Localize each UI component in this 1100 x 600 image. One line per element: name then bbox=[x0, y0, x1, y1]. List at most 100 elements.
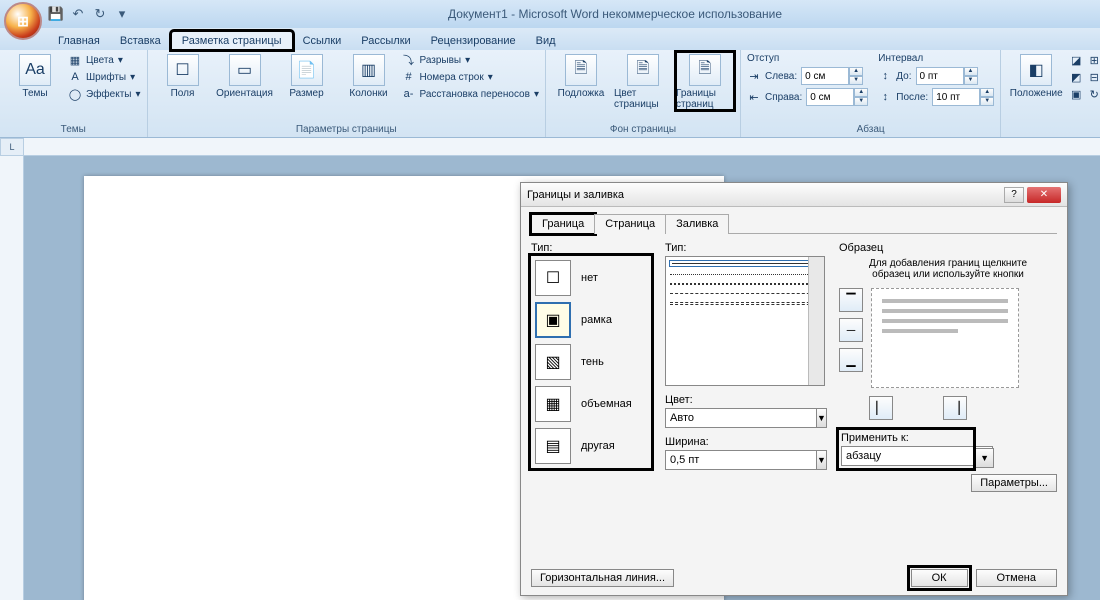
arrange-btn6[interactable]: ↻ bbox=[1087, 86, 1100, 102]
office-button[interactable]: ⊞ bbox=[4, 2, 42, 40]
dialog-tab-shading[interactable]: Заливка bbox=[665, 214, 729, 234]
undo-icon[interactable]: ↶ bbox=[70, 6, 86, 22]
theme-fonts-button[interactable]: AШрифты ▾ bbox=[68, 69, 141, 85]
tab-review[interactable]: Рецензирование bbox=[421, 32, 526, 50]
apply-to-dropdown[interactable]: ▼ bbox=[976, 448, 994, 468]
group-themes-label: Темы bbox=[6, 122, 141, 137]
group-paragraph-label: Абзац bbox=[747, 122, 994, 137]
group-page-setup: ☐Поля ▭Ориентация 📄Размер ▥Колонки ⤵Разр… bbox=[148, 50, 546, 137]
page-color-button[interactable]: 🗎Цвет страницы bbox=[614, 52, 672, 110]
border-setting-3d[interactable]: ▦объемная bbox=[535, 386, 647, 422]
border-setting-custom[interactable]: ▤другая bbox=[535, 428, 647, 464]
preview-left-button[interactable]: ▏ bbox=[869, 396, 893, 420]
arrange-btn5[interactable]: ⊟ bbox=[1087, 69, 1100, 85]
dialog-close-button[interactable]: ✕ bbox=[1027, 187, 1061, 203]
spin-up-icon[interactable]: ▲ bbox=[849, 67, 863, 76]
line-numbers-button[interactable]: #Номера строк ▾ bbox=[402, 69, 539, 85]
preview-help-text: Для добавления границ щелкните образец и… bbox=[863, 258, 1033, 280]
qat-dropdown-icon[interactable]: ▾ bbox=[114, 6, 130, 22]
indent-right-input[interactable]: ▲▼ bbox=[806, 88, 868, 106]
tab-mailings[interactable]: Рассылки bbox=[351, 32, 420, 50]
border-color-combo[interactable]: ▼ bbox=[665, 408, 825, 428]
preview-label: Образец bbox=[839, 242, 1057, 254]
indent-heading: Отступ bbox=[747, 52, 868, 65]
tab-home[interactable]: Главная bbox=[48, 32, 110, 50]
dialog-help-button[interactable]: ? bbox=[1004, 187, 1024, 203]
spin-up-icon[interactable]: ▲ bbox=[980, 88, 994, 97]
horizontal-line-button[interactable]: Горизонтальная линия... bbox=[531, 569, 674, 587]
border-setting-shadow[interactable]: ▧тень bbox=[535, 344, 647, 380]
spacing-before-label: До: bbox=[896, 71, 911, 82]
hyphenation-button[interactable]: a-Расстановка переносов ▾ bbox=[402, 86, 539, 102]
columns-button[interactable]: ▥Колонки bbox=[340, 52, 398, 99]
border-style-label: Тип: bbox=[665, 242, 825, 254]
apply-to-combo[interactable] bbox=[841, 446, 971, 466]
style-scrollbar[interactable] bbox=[808, 257, 824, 385]
cancel-button[interactable]: Отмена bbox=[976, 569, 1057, 587]
preview-sample[interactable] bbox=[871, 288, 1019, 388]
orientation-button[interactable]: ▭Ориентация bbox=[216, 52, 274, 99]
chevron-down-icon[interactable]: ▼ bbox=[817, 408, 827, 428]
border-style-list[interactable] bbox=[665, 256, 825, 386]
theme-effects-button[interactable]: ◯Эффекты ▾ bbox=[68, 86, 141, 102]
margins-button[interactable]: ☐Поля bbox=[154, 52, 212, 99]
themes-button[interactable]: Aa Темы bbox=[6, 52, 64, 99]
spacing-before-input[interactable]: ▲▼ bbox=[916, 67, 978, 85]
dialog-tab-page[interactable]: Страница bbox=[594, 214, 666, 234]
border-setting-box[interactable]: ▣рамка bbox=[535, 302, 647, 338]
tab-insert[interactable]: Вставка bbox=[110, 32, 171, 50]
group-arrange: ◧Положение ◪ ◩ ▣ ⊞ ⊟ ↻ bbox=[1001, 50, 1100, 137]
spin-down-icon[interactable]: ▼ bbox=[980, 97, 994, 106]
three-d-icon: ▦ bbox=[535, 386, 571, 422]
preview-right-button[interactable]: ▕ bbox=[943, 396, 967, 420]
margins-icon: ☐ bbox=[167, 54, 199, 86]
vertical-ruler[interactable] bbox=[0, 156, 24, 600]
line-numbers-icon: # bbox=[402, 70, 416, 84]
options-button[interactable]: Параметры... bbox=[971, 474, 1057, 492]
watermark-button[interactable]: 🗎Подложка bbox=[552, 52, 610, 99]
preview-top-button[interactable]: ▔ bbox=[839, 288, 863, 312]
size-icon: 📄 bbox=[291, 54, 323, 86]
position-button[interactable]: ◧Положение bbox=[1007, 52, 1065, 99]
redo-icon[interactable]: ↻ bbox=[92, 6, 108, 22]
size-button[interactable]: 📄Размер bbox=[278, 52, 336, 99]
tab-page-layout[interactable]: Разметка страницы bbox=[171, 31, 293, 50]
horizontal-ruler[interactable] bbox=[24, 138, 1100, 156]
spacing-after-label: После: bbox=[896, 92, 928, 103]
chevron-down-icon[interactable]: ▼ bbox=[817, 450, 827, 470]
breaks-button[interactable]: ⤵Разрывы ▾ bbox=[402, 52, 539, 68]
spacing-after-input[interactable]: ▲▼ bbox=[932, 88, 994, 106]
spin-up-icon[interactable]: ▲ bbox=[964, 67, 978, 76]
arrange-btn2[interactable]: ◩ bbox=[1069, 69, 1083, 85]
tab-view[interactable]: Вид bbox=[526, 32, 566, 50]
border-width-combo[interactable]: ▼ bbox=[665, 450, 825, 470]
breaks-icon: ⤵ bbox=[402, 53, 416, 67]
border-setting-none[interactable]: ☐нет bbox=[535, 260, 647, 296]
themes-icon: Aa bbox=[19, 54, 51, 86]
ruler-corner[interactable]: L bbox=[0, 138, 24, 156]
arrange-btn4[interactable]: ⊞ bbox=[1087, 52, 1100, 68]
preview-bottom-button[interactable]: ▁ bbox=[839, 348, 863, 372]
indent-left-input[interactable]: ▲▼ bbox=[801, 67, 863, 85]
apply-to-highlight: Применить к: bbox=[839, 430, 973, 468]
orientation-icon: ▭ bbox=[229, 54, 261, 86]
group-page-background-label: Фон страницы bbox=[552, 122, 734, 137]
arrange-btn1[interactable]: ◪ bbox=[1069, 52, 1083, 68]
preview-hmid-button[interactable]: ─ bbox=[839, 318, 863, 342]
group-arrange-label bbox=[1007, 133, 1100, 137]
spin-down-icon[interactable]: ▼ bbox=[964, 76, 978, 85]
tab-references[interactable]: Ссылки bbox=[293, 32, 352, 50]
spin-up-icon[interactable]: ▲ bbox=[854, 88, 868, 97]
ok-button[interactable]: ОК bbox=[911, 569, 968, 587]
dialog-titlebar[interactable]: Границы и заливка ? ✕ bbox=[521, 183, 1067, 207]
indent-left-label: Слева: bbox=[765, 71, 797, 82]
arrange-btn3[interactable]: ▣ bbox=[1069, 86, 1083, 102]
spin-down-icon[interactable]: ▼ bbox=[849, 76, 863, 85]
save-icon[interactable]: 💾 bbox=[48, 6, 64, 22]
border-color-label: Цвет: bbox=[665, 394, 825, 406]
dialog-tab-border[interactable]: Граница bbox=[531, 214, 595, 234]
hyphenation-icon: a- bbox=[402, 87, 416, 101]
spin-down-icon[interactable]: ▼ bbox=[854, 97, 868, 106]
page-borders-button[interactable]: 🗎Границы страниц bbox=[676, 52, 734, 110]
theme-colors-button[interactable]: ▦Цвета ▾ bbox=[68, 52, 141, 68]
